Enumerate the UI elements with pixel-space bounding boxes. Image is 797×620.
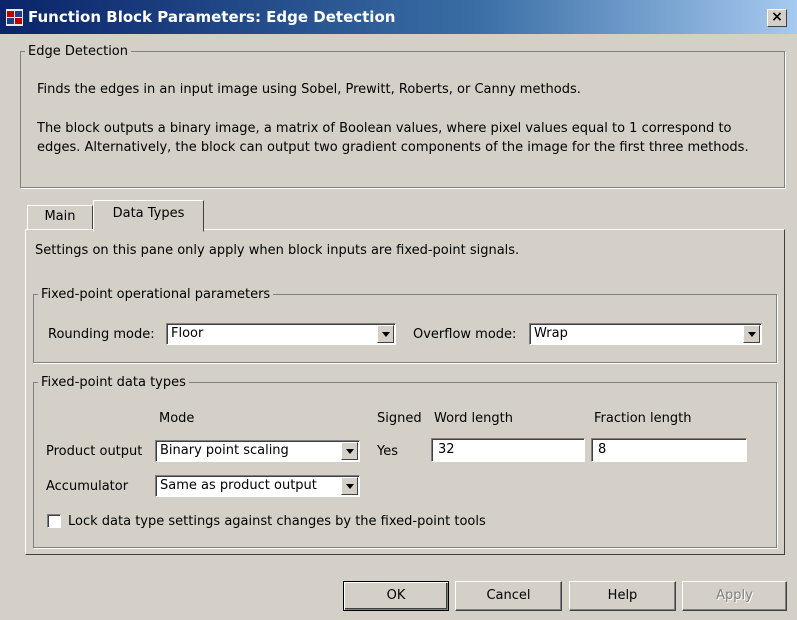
operational-group-label: Fixed-point operational parameters: [41, 287, 271, 302]
overflow-mode-value: Wrap: [534, 326, 568, 341]
close-icon[interactable]: ×: [767, 9, 787, 27]
product-output-signed: Yes: [377, 444, 398, 459]
mode-header: Mode: [159, 411, 195, 426]
word-length-header: Word length: [434, 411, 513, 426]
rounding-mode-select[interactable]: Floor: [166, 323, 396, 345]
word-length-input[interactable]: 32: [431, 438, 585, 462]
product-output-mode-select[interactable]: Binary point scaling: [155, 440, 360, 462]
window-title: Function Block Parameters: Edge Detectio…: [28, 8, 396, 26]
lock-data-types-label[interactable]: Lock data type settings against changes …: [68, 514, 486, 529]
accumulator-label: Accumulator: [46, 479, 129, 494]
lock-data-types-checkbox[interactable]: [47, 514, 61, 528]
rounding-mode-label: Rounding mode:: [48, 327, 155, 342]
apply-button[interactable]: Apply: [682, 581, 787, 611]
accumulator-mode-select[interactable]: Same as product output: [155, 475, 360, 497]
block-description-1: Finds the edges in an input image using …: [37, 82, 581, 97]
tab-main-label: Main: [44, 209, 76, 224]
data-types-group-label: Fixed-point data types: [41, 375, 186, 390]
help-button[interactable]: Help: [569, 581, 676, 611]
rounding-mode-value: Floor: [171, 326, 204, 341]
block-description-2: The block outputs a binary image, a matr…: [37, 121, 749, 155]
chevron-down-icon[interactable]: [377, 325, 394, 343]
overflow-mode-select[interactable]: Wrap: [529, 323, 762, 345]
fraction-length-input[interactable]: 8: [591, 438, 747, 462]
chevron-down-icon[interactable]: [341, 442, 358, 460]
ok-button[interactable]: OK: [343, 581, 449, 611]
tab-data-types[interactable]: Data Types: [93, 200, 204, 232]
title-bar[interactable]: Function Block Parameters: Edge Detectio…: [0, 0, 797, 34]
simulink-block-icon: [6, 9, 23, 26]
product-output-label: Product output: [46, 444, 143, 459]
overflow-mode-label: Overflow mode:: [413, 327, 517, 342]
block-group-label: Edge Detection: [28, 44, 129, 59]
chevron-down-icon[interactable]: [341, 477, 358, 495]
tab-data-types-label: Data Types: [112, 206, 185, 221]
signed-header: Signed: [377, 411, 422, 426]
tab-main[interactable]: Main: [27, 205, 93, 230]
panel-note: Settings on this pane only apply when bl…: [35, 243, 520, 258]
fraction-length-value: 8: [598, 442, 607, 457]
cancel-button[interactable]: Cancel: [455, 581, 562, 611]
fraction-length-header: Fraction length: [594, 411, 692, 426]
chevron-down-icon[interactable]: [743, 325, 760, 343]
word-length-value: 32: [438, 442, 455, 457]
dialog-window: Function Block Parameters: Edge Detectio…: [0, 0, 797, 620]
accumulator-mode-value: Same as product output: [160, 478, 317, 493]
product-output-mode-value: Binary point scaling: [160, 443, 289, 458]
block-description-group: Edge Detection: [20, 44, 785, 188]
